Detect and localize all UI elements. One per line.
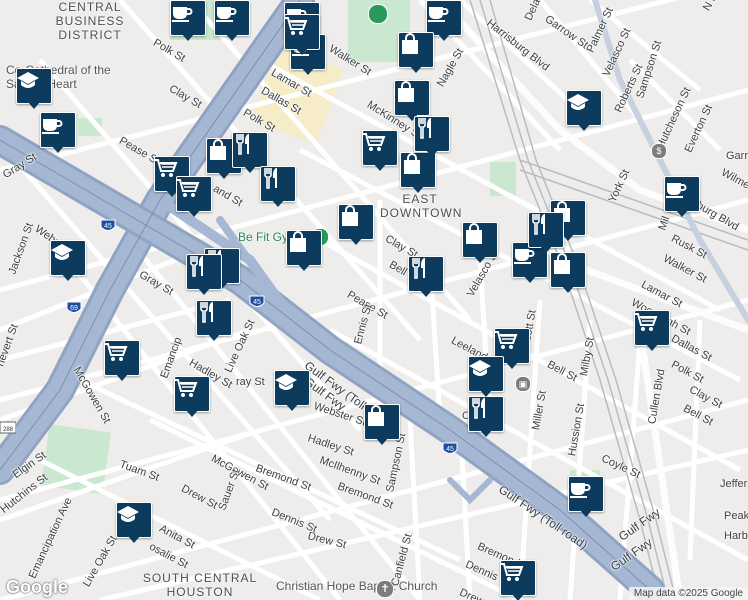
shop-marker[interactable] — [364, 404, 400, 448]
map-attribution[interactable]: Map data ©2025 Google — [628, 587, 748, 600]
cart-marker[interactable] — [176, 176, 212, 220]
street-label: Garr — [726, 150, 748, 162]
school-marker[interactable] — [468, 356, 504, 400]
cafe-marker[interactable] — [664, 176, 700, 220]
poi-label-christian-hope[interactable]: Christian Hope Baptist Church — [276, 579, 437, 593]
interstate-45-shield: 45 — [442, 441, 458, 457]
cafe-marker[interactable] — [40, 112, 76, 156]
map-view[interactable]: 45 45 45 69 288 CENTRAL BUSINESS DISTRIC… — [0, 0, 748, 600]
svg-text:45: 45 — [446, 446, 454, 453]
interstate-69-shield: 69 — [66, 300, 82, 316]
food-marker[interactable] — [186, 254, 222, 298]
district-label-south-central: SOUTH CENTRAL HOUSTON — [142, 571, 258, 599]
street-label: Harb — [724, 530, 748, 542]
google-logo: Google — [6, 577, 68, 597]
street-label: Peak — [724, 510, 748, 522]
cart-marker[interactable] — [500, 560, 536, 600]
bank-icon: $ — [651, 143, 667, 159]
food-marker[interactable] — [196, 300, 232, 344]
shop-marker[interactable] — [338, 204, 374, 248]
shop-marker[interactable] — [462, 222, 498, 266]
svg-text:45: 45 — [104, 223, 112, 230]
interstate-45-shield: 45 — [100, 218, 116, 234]
cart-marker[interactable] — [362, 130, 398, 174]
street-label: ray St — [236, 376, 265, 388]
food-marker[interactable] — [414, 116, 450, 160]
district-label-central-business: CENTRAL BUSINESS DISTRICT — [55, 0, 125, 42]
school-marker[interactable] — [16, 68, 52, 112]
shop-marker[interactable] — [398, 32, 434, 76]
cafe-marker[interactable] — [170, 0, 206, 44]
park-pin-icon[interactable] — [368, 4, 388, 24]
food-marker[interactable] — [408, 256, 444, 300]
cart-marker[interactable] — [174, 376, 210, 420]
svg-text:288: 288 — [3, 427, 14, 433]
food-marker[interactable] — [260, 166, 296, 210]
shop-marker[interactable] — [550, 252, 586, 296]
school-marker[interactable] — [566, 90, 602, 134]
food-marker[interactable] — [468, 396, 504, 440]
street-label: Jeffers — [720, 478, 748, 490]
cart-marker[interactable] — [634, 310, 670, 354]
state-288-shield: 288 — [0, 420, 16, 436]
school-marker[interactable] — [50, 240, 86, 284]
svg-text:69: 69 — [70, 305, 78, 312]
food-marker[interactable] — [528, 212, 564, 256]
cart-marker[interactable] — [104, 340, 140, 384]
cafe-marker[interactable] — [568, 476, 604, 520]
school-marker[interactable] — [116, 502, 152, 546]
shop-marker[interactable] — [286, 230, 322, 274]
cafe-marker[interactable] — [214, 0, 250, 44]
school-marker[interactable] — [274, 370, 310, 414]
landmark-icon: ▣ — [515, 376, 531, 392]
district-label-east-downtown: EAST DOWNTOWN — [380, 192, 463, 220]
interstate-45-shield: 45 — [249, 294, 265, 310]
svg-text:45: 45 — [253, 299, 261, 306]
cart-marker[interactable] — [284, 14, 320, 58]
